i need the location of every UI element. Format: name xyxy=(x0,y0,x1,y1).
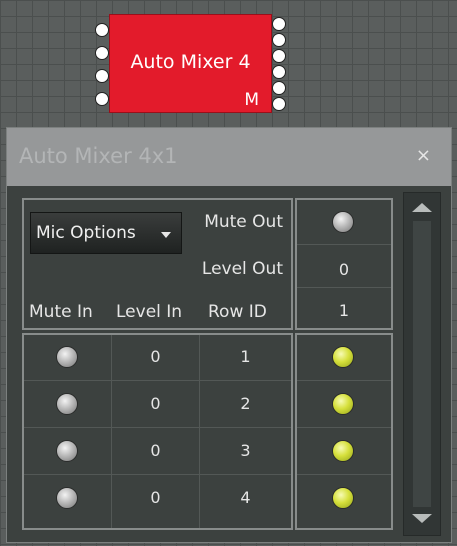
auto-mixer-block[interactable]: Auto Mixer 4 M xyxy=(95,14,286,113)
input-pin-1[interactable] xyxy=(95,23,109,37)
divider xyxy=(24,427,291,428)
block-badge: M xyxy=(244,90,259,110)
gate-panel xyxy=(295,333,393,530)
gate-led xyxy=(332,393,354,415)
level-out-value: 0 xyxy=(338,260,350,279)
auto-mixer-dialog: Auto Mixer 4x1 × Mic Options Mute Out Le… xyxy=(6,127,452,543)
chevron-down-icon xyxy=(161,232,171,238)
dialog-title: Auto Mixer 4x1 xyxy=(19,144,178,168)
mute-out-led[interactable] xyxy=(332,211,354,233)
level-in-value: 0 xyxy=(150,394,161,413)
row-id: 3 xyxy=(240,441,251,460)
mic-options-label: Mic Options xyxy=(36,223,136,243)
level-in-value: 0 xyxy=(150,488,161,507)
dialog-title-bar[interactable]: Auto Mixer 4x1 × xyxy=(7,128,451,186)
row-id: 2 xyxy=(240,394,251,413)
gate-led xyxy=(332,440,354,462)
column-header-mute-in: Mute In xyxy=(29,302,93,322)
divider xyxy=(297,380,391,381)
divider xyxy=(297,287,391,288)
controls-panel: Mic Options Mute Out Level Out Mute In L… xyxy=(22,198,293,330)
scroll-down-arrow-icon[interactable] xyxy=(412,514,432,523)
column-header-row-id: Row ID xyxy=(208,302,267,322)
divider xyxy=(24,474,291,475)
mic-options-dropdown[interactable]: Mic Options xyxy=(30,212,182,254)
column-header-level-in: Level In xyxy=(116,302,183,322)
mute-in-led[interactable] xyxy=(56,440,78,462)
gate-led xyxy=(332,487,354,509)
row-id: 4 xyxy=(240,488,251,507)
mute-in-led[interactable] xyxy=(56,393,78,415)
output-pin-6[interactable] xyxy=(272,97,286,111)
input-pin-4[interactable] xyxy=(95,92,109,106)
level-in-value: 0 xyxy=(150,441,161,460)
vertical-scrollbar[interactable] xyxy=(403,192,441,536)
level-out-label: Level Out xyxy=(201,259,283,279)
mute-out-label: Mute Out xyxy=(204,212,283,232)
output-pin-1[interactable] xyxy=(272,17,286,31)
row-id-value: 1 xyxy=(338,301,350,320)
divider xyxy=(297,427,391,428)
divider xyxy=(297,474,391,475)
output-pin-3[interactable] xyxy=(272,49,286,63)
scroll-track[interactable] xyxy=(413,221,431,507)
gate-led xyxy=(332,346,354,368)
output-pin-4[interactable] xyxy=(272,65,286,79)
input-pin-2[interactable] xyxy=(95,46,109,60)
mute-in-led[interactable] xyxy=(56,346,78,368)
mute-in-led[interactable] xyxy=(56,487,78,509)
output-pin-5[interactable] xyxy=(272,81,286,95)
outputs-panel: 0 1 xyxy=(295,198,393,330)
divider xyxy=(24,380,291,381)
input-pin-3[interactable] xyxy=(95,69,109,83)
divider xyxy=(297,244,391,245)
row-id: 1 xyxy=(240,347,251,366)
level-in-value: 0 xyxy=(150,347,161,366)
close-icon[interactable]: × xyxy=(416,145,431,166)
block-title: Auto Mixer 4 xyxy=(130,51,251,73)
scroll-up-arrow-icon[interactable] xyxy=(412,203,432,212)
input-rows-panel: 0 1 0 2 0 3 0 4 xyxy=(22,333,293,530)
output-pin-2[interactable] xyxy=(272,33,286,47)
